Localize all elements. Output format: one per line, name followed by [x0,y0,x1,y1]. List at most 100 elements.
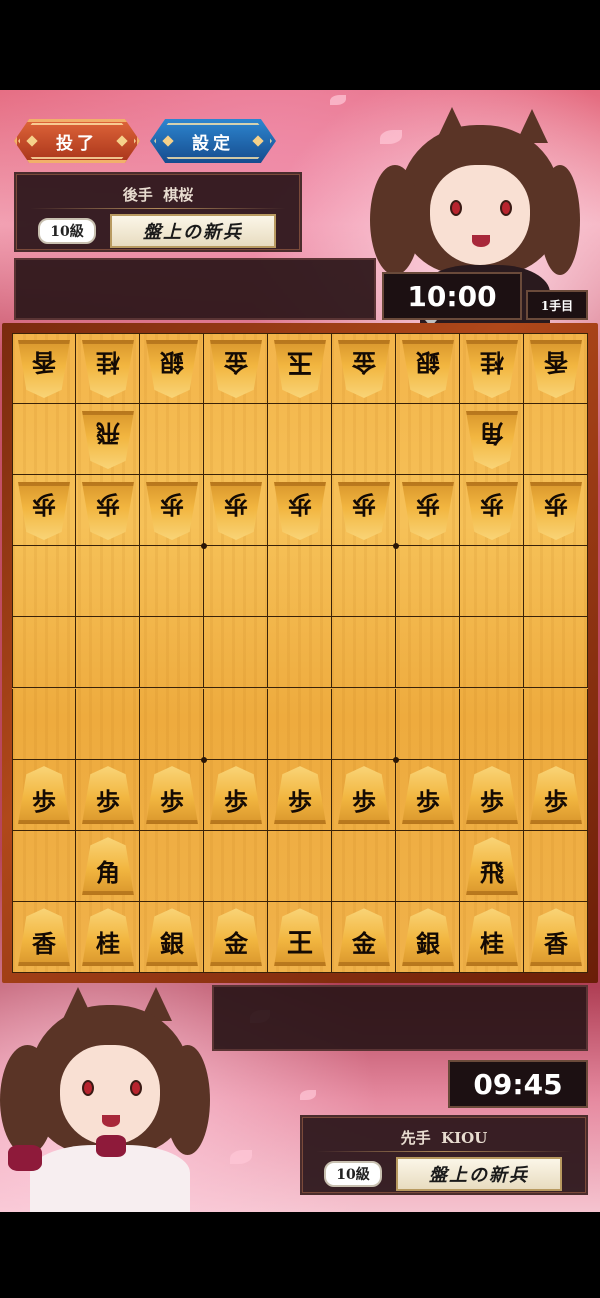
board-square[interactable] [204,830,268,902]
board-square[interactable] [204,688,268,760]
player-piece[interactable]: 歩 [274,766,326,825]
board-square[interactable] [204,546,268,618]
opponent-piece[interactable]: 桂 [82,340,134,398]
bottom-letterbox [0,1212,600,1298]
opponent-piece[interactable]: 歩 [274,482,326,540]
star-point [201,756,207,763]
board-square[interactable] [460,688,524,760]
board-square[interactable] [268,688,332,760]
board-square[interactable] [332,617,396,689]
board-square[interactable] [396,830,460,902]
board-square[interactable] [76,688,140,760]
piece-label: 銀 [160,348,184,378]
board-square[interactable] [12,404,76,476]
opponent-piece[interactable]: 銀 [402,340,454,398]
piece-label: 角 [96,857,120,887]
board-square[interactable] [332,546,396,618]
board-square[interactable] [140,617,204,689]
board-square[interactable] [524,546,588,618]
settings-button[interactable]: 設定 [150,119,276,163]
opponent-clock: 10:00 [382,272,522,320]
player-piece[interactable]: 歩 [338,766,390,825]
player-piece[interactable]: 王 [274,908,326,967]
board-square[interactable] [140,546,204,618]
opponent-title-plate: 盤上の新兵 [110,214,276,248]
player-piece[interactable]: 歩 [402,766,454,825]
opponent-piece[interactable]: 歩 [18,482,70,540]
opponent-piece[interactable]: 歩 [338,482,390,540]
resign-button[interactable]: 投了 [14,119,140,163]
opponent-piece[interactable]: 歩 [530,482,582,540]
board-square[interactable] [12,617,76,689]
board-square[interactable] [396,617,460,689]
opponent-piece[interactable]: 飛 [82,411,134,469]
board-square[interactable] [460,617,524,689]
board-square[interactable] [12,546,76,618]
board-square[interactable] [268,546,332,618]
opponent-piece[interactable]: 角 [466,411,518,469]
board-square[interactable] [12,688,76,760]
piece-label: 歩 [480,490,504,520]
board-square[interactable] [76,617,140,689]
opponent-piece[interactable]: 歩 [402,482,454,540]
player-piece[interactable]: 桂 [466,908,518,967]
opponent-piece[interactable]: 金 [210,340,262,398]
player-title-plate: 盤上の新兵 [396,1157,562,1191]
player-piece[interactable]: 歩 [18,766,70,825]
player-piece[interactable]: 香 [18,908,70,967]
board-square[interactable] [524,617,588,689]
opponent-piece[interactable]: 歩 [210,482,262,540]
shogi-board[interactable]: 香桂銀金玉金銀桂香飛角歩歩歩歩歩歩歩歩歩歩歩歩歩歩歩歩歩歩角飛香桂銀金王金銀桂香 [12,333,588,973]
board-square[interactable] [524,688,588,760]
player-piece[interactable]: 飛 [466,837,518,896]
board-square[interactable] [268,830,332,902]
board-square[interactable] [140,830,204,902]
board-square[interactable] [204,404,268,476]
board-square[interactable] [524,830,588,902]
board-square[interactable] [524,404,588,476]
opponent-info-panel: 後手 棋桜 10級 盤上の新兵 [14,172,302,252]
board-square[interactable] [396,546,460,618]
opponent-piece[interactable]: 玉 [274,340,326,398]
board-square[interactable] [268,404,332,476]
board-square[interactable] [268,617,332,689]
player-piece[interactable]: 銀 [146,908,198,967]
opponent-piece[interactable]: 桂 [466,340,518,398]
board-square[interactable] [396,404,460,476]
player-piece[interactable]: 香 [530,908,582,967]
player-piece[interactable]: 金 [338,908,390,967]
board-square[interactable] [204,617,268,689]
player-piece[interactable]: 歩 [530,766,582,825]
piece-label: 角 [480,419,504,449]
board-square[interactable] [12,830,76,902]
piece-label: 歩 [352,786,376,816]
opponent-piece[interactable]: 香 [18,340,70,398]
board-square[interactable] [396,688,460,760]
piece-label: 金 [224,348,248,378]
piece-label: 歩 [416,786,440,816]
piece-label: 歩 [32,786,56,816]
board-square[interactable] [332,688,396,760]
board-square[interactable] [332,830,396,902]
board-square[interactable] [140,404,204,476]
player-piece[interactable]: 金 [210,908,262,967]
board-square[interactable] [332,404,396,476]
player-piece[interactable]: 歩 [210,766,262,825]
board-square[interactable] [460,546,524,618]
piece-label: 王 [286,928,313,959]
board-square[interactable] [140,688,204,760]
piece-label: 歩 [96,490,120,520]
player-piece[interactable]: 歩 [146,766,198,825]
player-piece[interactable]: 歩 [82,766,134,825]
board-square[interactable] [76,546,140,618]
player-piece[interactable]: 桂 [82,908,134,967]
player-piece[interactable]: 歩 [466,766,518,825]
player-piece[interactable]: 角 [82,837,134,896]
opponent-piece[interactable]: 歩 [146,482,198,540]
opponent-piece[interactable]: 銀 [146,340,198,398]
opponent-piece[interactable]: 金 [338,340,390,398]
opponent-piece[interactable]: 歩 [82,482,134,540]
player-piece[interactable]: 銀 [402,908,454,967]
opponent-piece[interactable]: 歩 [466,482,518,540]
opponent-piece[interactable]: 香 [530,340,582,398]
